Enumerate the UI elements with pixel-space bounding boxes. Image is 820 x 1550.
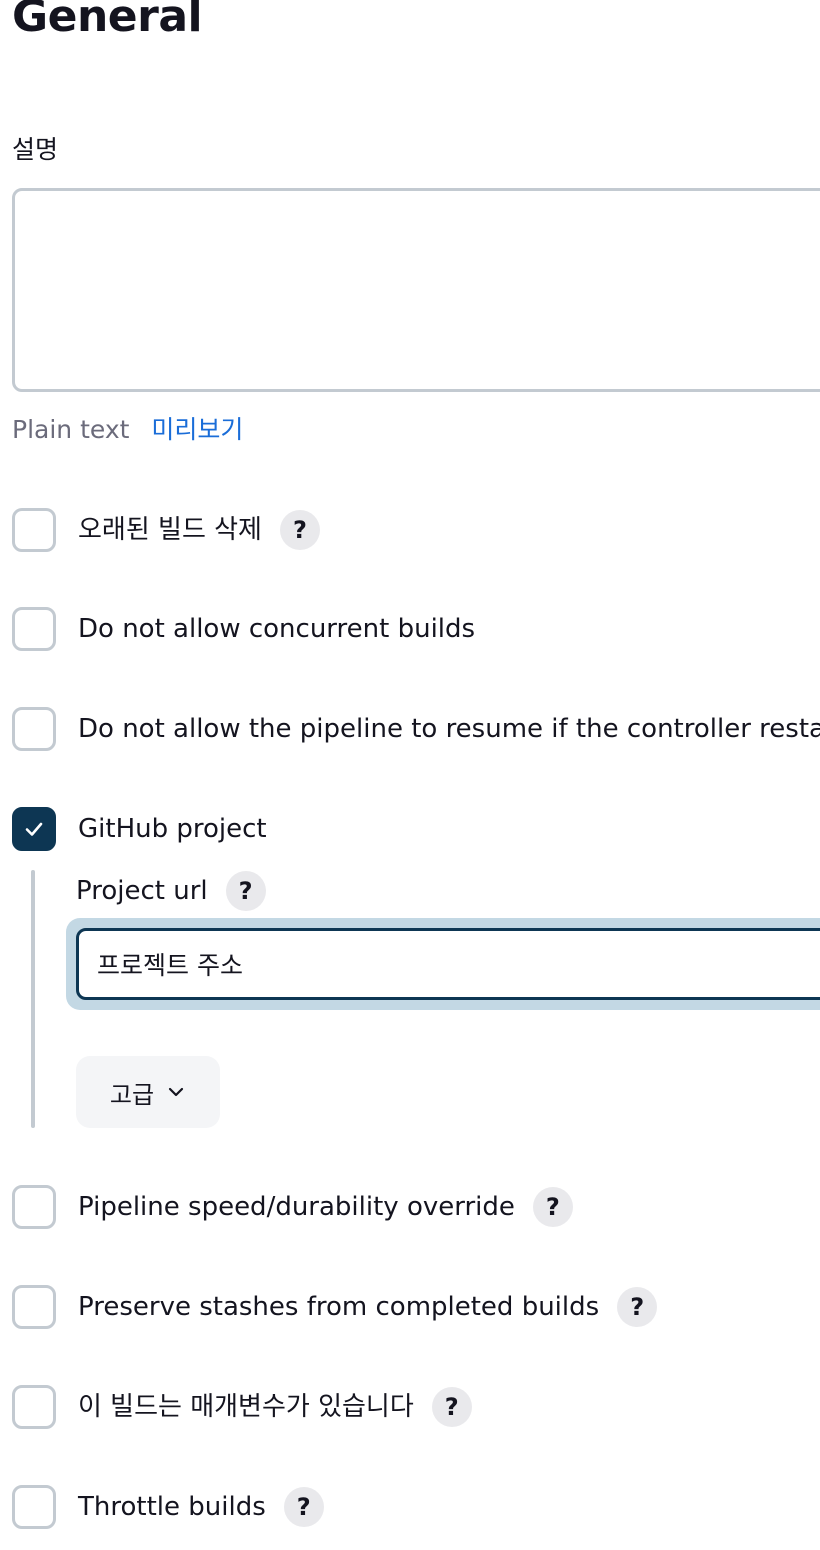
throttle-builds-help-button[interactable]: ?: [283, 1487, 324, 1527]
advanced-button-label: 고급: [109, 1080, 155, 1109]
section-title: General: [12, 0, 203, 42]
parameterized-checkbox[interactable]: [12, 1385, 56, 1429]
parameterized-label[interactable]: 이 빌드는 매개변수가 있습니다: [78, 1385, 414, 1429]
preserve-stashes-checkbox[interactable]: [12, 1285, 56, 1329]
pipeline-speed-label[interactable]: Pipeline speed/durability override: [78, 1185, 515, 1229]
no-resume-label[interactable]: Do not allow the pipeline to resume if t…: [78, 707, 820, 751]
project-url-label: Project url: [76, 876, 208, 906]
throttle-builds-checkbox[interactable]: [12, 1485, 56, 1529]
discard-old-builds-checkbox[interactable]: [12, 508, 56, 552]
description-format-row: Plain text 미리보기: [12, 412, 243, 448]
plain-text-label: Plain text: [12, 415, 130, 444]
github-project-checkbox[interactable]: [12, 807, 56, 851]
nested-section-bar: [31, 870, 35, 1128]
chevron-down-icon: [166, 1082, 186, 1102]
check-icon: [25, 822, 43, 836]
job-config-general-section: General 설명 Plain text 미리보기 오래된 빌드 삭제 ? D…: [0, 0, 820, 1550]
discard-old-builds-label[interactable]: 오래된 빌드 삭제: [78, 508, 262, 552]
no-concurrent-builds-label[interactable]: Do not allow concurrent builds: [78, 607, 475, 651]
pipeline-speed-checkbox[interactable]: [12, 1185, 56, 1229]
project-url-input[interactable]: [76, 928, 820, 1000]
parameterized-help-button[interactable]: ?: [431, 1387, 472, 1427]
discard-old-builds-help-button[interactable]: ?: [279, 510, 320, 550]
advanced-button[interactable]: 고급: [76, 1056, 220, 1128]
option-pipeline-speed: Pipeline speed/durability override ?: [12, 1185, 573, 1229]
github-project-label[interactable]: GitHub project: [78, 807, 267, 851]
no-concurrent-builds-checkbox[interactable]: [12, 607, 56, 651]
description-textarea[interactable]: [12, 188, 820, 392]
option-discard-old-builds: 오래된 빌드 삭제 ?: [12, 508, 320, 552]
option-preserve-stashes: Preserve stashes from completed builds ?: [12, 1285, 658, 1329]
description-label: 설명: [12, 135, 59, 164]
option-no-concurrent-builds: Do not allow concurrent builds: [12, 607, 475, 651]
option-throttle-builds: Throttle builds ?: [12, 1485, 324, 1529]
preview-link[interactable]: 미리보기: [151, 415, 243, 444]
no-resume-checkbox[interactable]: [12, 707, 56, 751]
project-url-help-button[interactable]: ?: [225, 871, 266, 911]
preserve-stashes-label[interactable]: Preserve stashes from completed builds: [78, 1285, 599, 1329]
option-no-resume: Do not allow the pipeline to resume if t…: [12, 707, 820, 751]
throttle-builds-label[interactable]: Throttle builds: [78, 1485, 266, 1529]
pipeline-speed-help-button[interactable]: ?: [532, 1187, 573, 1227]
project-url-label-row: Project url ?: [76, 870, 266, 912]
preserve-stashes-help-button[interactable]: ?: [617, 1287, 658, 1327]
option-parameterized: 이 빌드는 매개변수가 있습니다 ?: [12, 1385, 472, 1429]
option-github-project: GitHub project: [12, 807, 267, 851]
